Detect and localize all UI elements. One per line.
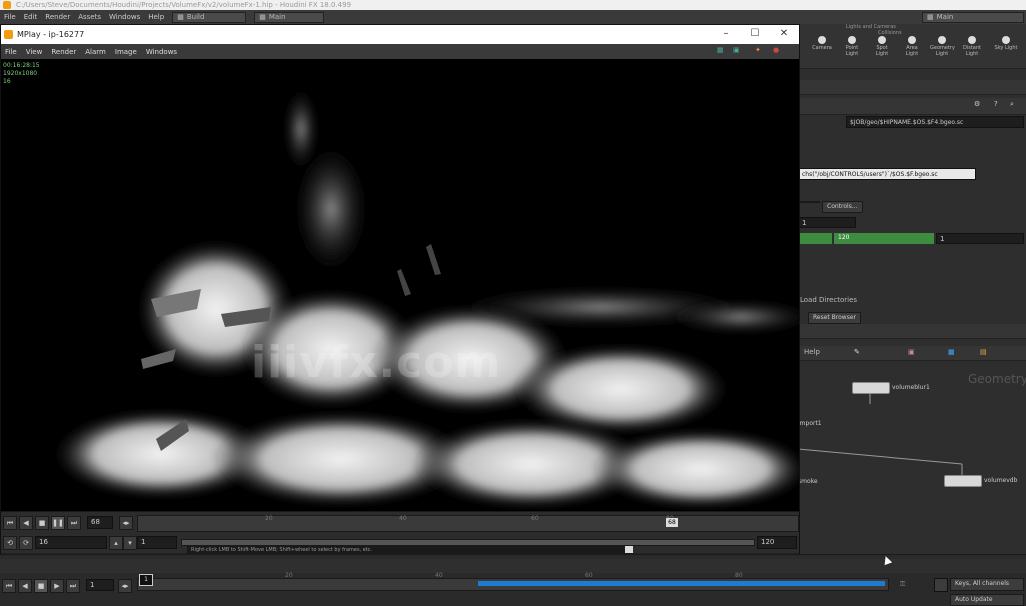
mplay-menu-view[interactable]: View: [26, 48, 43, 56]
main-pane-select[interactable]: ▦ Main: [254, 11, 325, 23]
node-wires: [798, 393, 963, 475]
hud-timecode: 00:16:28:15: [3, 62, 40, 69]
houdini-app-icon: [3, 1, 11, 9]
houdini-menu-bar: File Edit Render Assets Windows Help ▦ B…: [0, 10, 1026, 24]
mplay-menu-render[interactable]: Render: [51, 48, 76, 56]
stop-render-icon[interactable]: ●: [773, 46, 779, 54]
mplay-window: MPlay - ip-16277 – ☐ ✕ File View Render …: [0, 24, 800, 556]
right-panel: Lights and Cameras Collisions Camera Poi…: [798, 24, 1026, 554]
pane-icon: ▦: [259, 12, 266, 21]
keys-channels-select[interactable]: Keys, All channels: [950, 578, 1024, 591]
mplay-tick: 60: [531, 515, 539, 522]
mplay-menu-windows[interactable]: Windows: [146, 48, 177, 56]
menu-assets[interactable]: Assets: [78, 13, 101, 21]
minimize-icon[interactable]: –: [719, 28, 733, 40]
watermark: iiivfx.com: [251, 337, 502, 388]
tl-playhead[interactable]: 1: [139, 574, 153, 586]
tl-last-frame-icon[interactable]: ⏭: [66, 579, 80, 593]
houdini-timeline: ⏮ ◀ ■ ▶ ⏭ 1 ◂▸ 1 20 40 60 80 ⚿ Keys, All…: [0, 554, 1026, 606]
mplay-menu-alarm[interactable]: Alarm: [85, 48, 106, 56]
range-slider[interactable]: [181, 539, 755, 546]
key-icon[interactable]: ⚿: [900, 580, 905, 589]
menu-render[interactable]: Render: [45, 13, 70, 21]
mplay-timeline-track[interactable]: [137, 515, 799, 532]
mplay-menu-file[interactable]: File: [5, 48, 17, 56]
tl-step-back-icon[interactable]: ◀: [18, 579, 32, 593]
render-icon[interactable]: ✦: [755, 46, 761, 54]
frame-stepper-icon[interactable]: ◂▸: [119, 516, 133, 530]
tl-frame-field[interactable]: 1: [86, 579, 114, 591]
tl-play-icon[interactable]: ▶: [50, 579, 64, 593]
tl-frame-stepper-icon[interactable]: ◂▸: [118, 579, 132, 593]
mplay-tick: 20: [265, 515, 273, 522]
image-viewport[interactable]: 00:16:28:15 1920x1080 16 iiivfx.com: [1, 59, 799, 511]
desktop-select[interactable]: ▦ Build: [172, 11, 247, 23]
frame-field[interactable]: 68: [87, 516, 113, 529]
auto-update-select[interactable]: Auto Update: [950, 594, 1024, 606]
houdini-title-bar: C:/Users/Steve/Documents/Houdini/Project…: [0, 0, 1026, 10]
tl-tick: 40: [435, 572, 443, 579]
desk-icon: ▦: [927, 12, 934, 21]
pause-icon[interactable]: ❚❚: [51, 516, 65, 530]
range-start-field[interactable]: 1: [137, 536, 177, 549]
smoke-render-image: [1, 59, 799, 511]
timeline-top-strip: [0, 559, 1026, 573]
hud-depth: 16: [3, 78, 11, 85]
hud-resolution: 1920x1080: [3, 70, 38, 77]
menu-edit[interactable]: Edit: [24, 13, 38, 21]
status-message: Right-click LMB to Shift-Move LMB; Shift…: [187, 546, 633, 554]
mplay-playbar: ⏮ ◀ ■ ❚❚ ⏭ 68 ◂▸ 20 40 60 80 68: [1, 511, 799, 534]
range-end-field[interactable]: 120: [757, 536, 797, 549]
tl-stop-icon[interactable]: ■: [34, 579, 48, 593]
mplay-window-title: MPlay - ip-16277: [17, 30, 85, 39]
tl-first-frame-icon[interactable]: ⏮: [2, 579, 16, 593]
step-back-icon[interactable]: ◀: [19, 516, 33, 530]
step-up-icon[interactable]: ▴: [109, 536, 123, 550]
tl-tick: 80: [735, 572, 743, 579]
playhead[interactable]: 68: [666, 518, 678, 527]
snapshot-icon[interactable]: ▣: [733, 46, 740, 54]
first-frame-icon[interactable]: ⏮: [3, 516, 17, 530]
layout-icon[interactable]: ▦: [717, 46, 724, 54]
loop-icon[interactable]: ⟲: [3, 536, 17, 550]
status-close-icon[interactable]: [625, 546, 633, 553]
menu-windows[interactable]: Windows: [109, 13, 140, 21]
last-frame-icon[interactable]: ⏭: [67, 516, 81, 530]
desktop-icon: ▦: [177, 12, 184, 21]
mplay-title-bar: MPlay - ip-16277 – ☐ ✕: [1, 25, 799, 44]
close-icon[interactable]: ✕: [777, 28, 791, 40]
houdini-window-title: C:/Users/Steve/Documents/Houdini/Project…: [16, 1, 352, 9]
mplay-menu-image[interactable]: Image: [115, 48, 137, 56]
stop-icon[interactable]: ■: [35, 516, 49, 530]
maximize-icon[interactable]: ☐: [748, 28, 762, 40]
right-desk-select[interactable]: ▦ Main: [922, 11, 1024, 23]
tl-tick: 20: [285, 572, 293, 579]
mplay-tick: 40: [399, 515, 407, 522]
mplay-menu-bar: File View Render Alarm Image Windows ▦ ▣…: [1, 44, 799, 59]
tl-cached-range: [478, 581, 885, 586]
menu-file[interactable]: File: [4, 13, 16, 21]
mplay-app-icon: [4, 30, 13, 39]
menu-help[interactable]: Help: [148, 13, 164, 21]
tl-tick: 60: [585, 572, 593, 579]
bounce-icon[interactable]: ⟳: [19, 536, 33, 550]
channels-icon[interactable]: [934, 578, 948, 592]
step-down-icon[interactable]: ▾: [123, 536, 137, 550]
mplay-range-bar: ⟲ ⟳ 16 ▴ ▾ 1 120 Right-click LMB to Shif…: [1, 533, 799, 554]
step-field[interactable]: 16: [35, 536, 107, 549]
